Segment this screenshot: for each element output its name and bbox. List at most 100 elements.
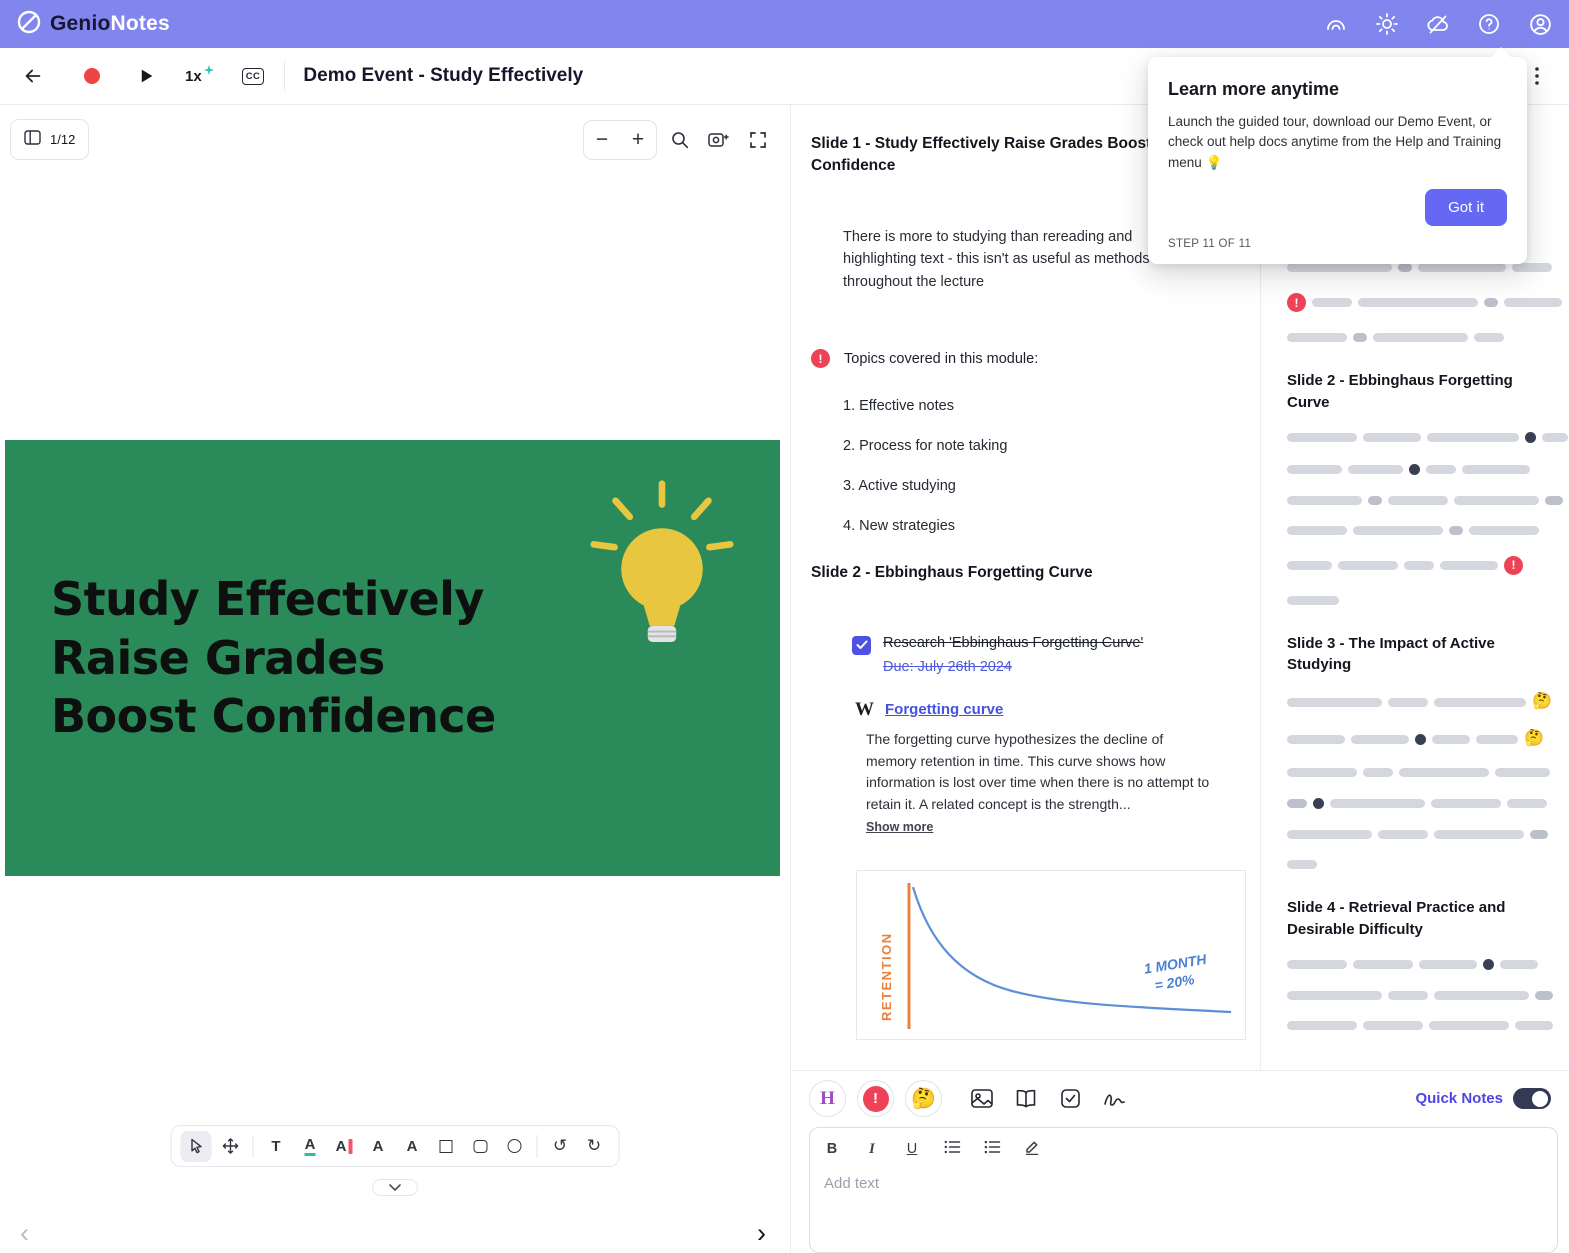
- app-header: GenioNotes: [0, 0, 1569, 48]
- skeleton-segment: [1431, 799, 1501, 808]
- skeleton-row: 🤔: [1287, 693, 1552, 710]
- skeleton-segment: [1504, 298, 1562, 307]
- popup-step-indicator: STEP 11 OF 11: [1168, 237, 1252, 250]
- record-button[interactable]: [84, 68, 100, 84]
- alert-marker: !: [1504, 555, 1523, 575]
- font-tool[interactable]: A: [363, 1131, 394, 1162]
- got-it-button[interactable]: Got it: [1425, 188, 1507, 226]
- skeleton-segment: [1469, 525, 1539, 535]
- back-button[interactable]: [18, 65, 48, 87]
- editor-placeholder: Add text: [824, 1175, 880, 1192]
- skeleton-row: [1287, 463, 1551, 475]
- skeleton-segment: [1440, 560, 1498, 570]
- numbered-list-button[interactable]: [984, 1140, 1001, 1158]
- outline-section: !: [1287, 263, 1562, 342]
- quick-notes-toggle[interactable]: [1513, 1088, 1551, 1109]
- task-checkbox[interactable]: [852, 635, 871, 655]
- skeleton-segment: [1287, 830, 1372, 839]
- thinking-stamp-button[interactable]: 🤔: [905, 1080, 942, 1117]
- skeleton-segment: [1312, 298, 1352, 307]
- move-tool[interactable]: [215, 1131, 246, 1162]
- skeleton-segment: [1338, 560, 1398, 570]
- zoom-in-button[interactable]: +: [620, 121, 656, 159]
- brand-icon: [16, 9, 42, 40]
- font-style-tool[interactable]: A: [397, 1131, 428, 1162]
- chart-annotation-line2: = 20%: [1153, 971, 1196, 993]
- dot-marker: [1313, 798, 1324, 809]
- outline-section-title: Slide 3 - The Impact of Active Studying: [1287, 634, 1495, 674]
- topic-item: 1. Effective notes: [843, 398, 954, 415]
- show-more-link[interactable]: Show more: [866, 820, 933, 834]
- help-icon[interactable]: [1476, 11, 1502, 37]
- note-editor[interactable]: B I U Add text: [809, 1127, 1558, 1253]
- skeleton-segment: [1476, 734, 1518, 744]
- fullscreen-icon[interactable]: [741, 121, 774, 159]
- task-due-date: Due: July 26th 2024: [883, 658, 1012, 675]
- slide-canvas[interactable]: Study Effectively Raise Grades Boost Con…: [5, 440, 780, 876]
- captions-button[interactable]: CC: [241, 67, 265, 85]
- flashcards-icon[interactable]: [1011, 1080, 1041, 1117]
- cloud-off-icon[interactable]: [1425, 11, 1451, 37]
- next-slide-button[interactable]: ›: [757, 1218, 766, 1249]
- skeleton-segment: [1287, 525, 1347, 535]
- forgetting-curve-image[interactable]: RETENTION 1 MONTH = 20%: [856, 869, 1246, 1040]
- skeleton-segment: [1351, 734, 1409, 744]
- playback-speed-button[interactable]: 1x: [185, 64, 214, 85]
- skeleton-segment: [1287, 595, 1339, 605]
- rounded-rectangle-tool[interactable]: [465, 1131, 496, 1162]
- underline-color-tool[interactable]: A: [295, 1131, 326, 1162]
- highlighter-button[interactable]: [1024, 1139, 1040, 1159]
- play-button[interactable]: [138, 67, 155, 85]
- scribble-icon[interactable]: [1099, 1080, 1129, 1117]
- thumbnail-panel-toggle[interactable]: 1/12: [10, 119, 90, 160]
- rainbow-icon[interactable]: [1323, 11, 1349, 37]
- account-icon[interactable]: [1527, 11, 1553, 37]
- italic-button[interactable]: I: [864, 1141, 880, 1158]
- highlight-color-tool[interactable]: A: [329, 1131, 360, 1162]
- underline-button[interactable]: U: [904, 1141, 920, 1157]
- wikipedia-link[interactable]: Forgetting curve: [885, 701, 1003, 718]
- important-stamp-button[interactable]: !: [857, 1080, 894, 1117]
- rectangle-tool[interactable]: [431, 1131, 462, 1162]
- onboarding-popup: Learn more anytime Launch the guided tou…: [1148, 47, 1527, 264]
- more-options-button[interactable]: [1527, 65, 1547, 87]
- insert-image-icon[interactable]: [967, 1080, 997, 1117]
- emoji-marker: 🤔: [1532, 693, 1552, 710]
- zoom-out-button[interactable]: −: [584, 121, 620, 159]
- dot-marker: [1415, 733, 1426, 745]
- sparkle-icon: [203, 62, 214, 79]
- skeleton-segment: [1449, 525, 1463, 535]
- skeleton-segment: [1388, 990, 1428, 1000]
- undo-button[interactable]: ↺: [545, 1131, 576, 1162]
- pointer-tool[interactable]: [180, 1130, 212, 1162]
- quick-notes-label[interactable]: Quick Notes: [1415, 1090, 1503, 1107]
- bullet-list-button[interactable]: [944, 1140, 961, 1158]
- task-checkbox-icon[interactable]: [1055, 1080, 1085, 1117]
- skeleton-segment: [1363, 768, 1393, 777]
- skeleton-row: [1287, 595, 1551, 605]
- skeleton-row: [1287, 958, 1551, 970]
- skeleton-segment: [1353, 525, 1443, 535]
- alert-icon: !: [811, 349, 830, 369]
- redo-button[interactable]: ↻: [579, 1131, 610, 1162]
- annotation-toolbar: T A A A A ↺ ↻: [170, 1125, 620, 1167]
- ellipse-tool[interactable]: [499, 1131, 530, 1162]
- brightness-icon[interactable]: [1374, 11, 1400, 37]
- skeleton-segment: [1388, 495, 1448, 505]
- skeleton-row: 🤔: [1287, 731, 1551, 747]
- skeleton-row: [1287, 431, 1568, 443]
- snapshot-icon[interactable]: [702, 121, 735, 159]
- skeleton-segment: [1287, 432, 1357, 442]
- search-icon[interactable]: [663, 121, 696, 159]
- skeleton-segment: [1399, 768, 1489, 777]
- bold-button[interactable]: B: [824, 1141, 840, 1157]
- zoom-controls: − +: [583, 120, 657, 160]
- previous-slide-button[interactable]: ‹: [20, 1218, 29, 1249]
- slide-title-line: Boost Confidence: [51, 689, 496, 744]
- text-tool[interactable]: T: [261, 1131, 292, 1162]
- skeleton-segment: [1353, 333, 1367, 342]
- tool-divider: [252, 1134, 254, 1158]
- brand-logo[interactable]: GenioNotes: [16, 9, 170, 40]
- toolbar-collapse-button[interactable]: [372, 1179, 418, 1196]
- highlight-stamp-button[interactable]: H: [809, 1080, 846, 1117]
